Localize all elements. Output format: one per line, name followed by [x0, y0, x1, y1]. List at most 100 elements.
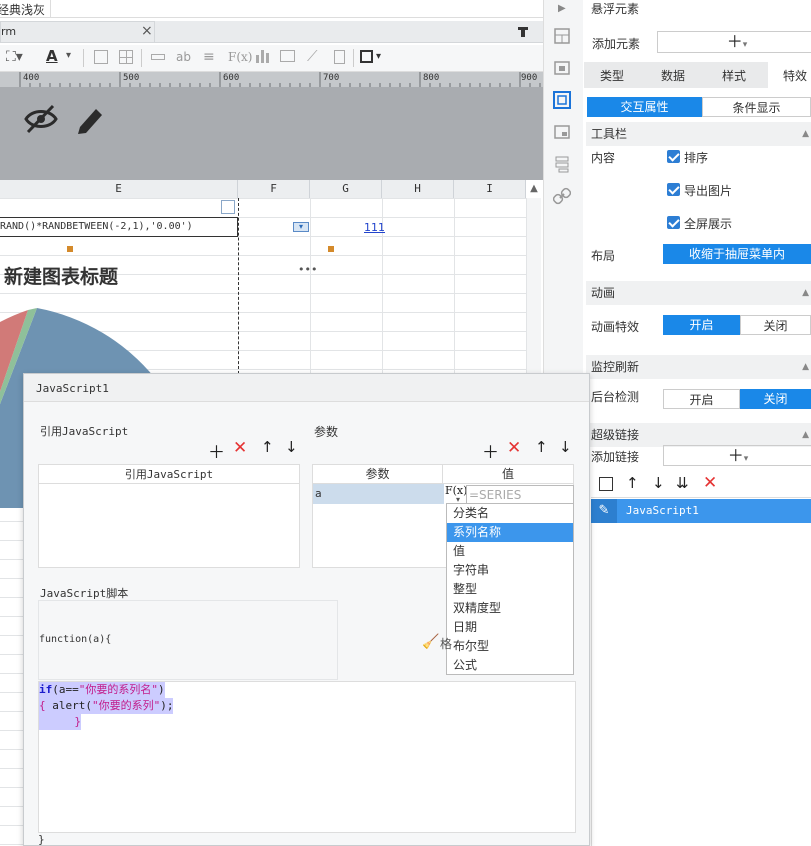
ruler-label: 900 — [521, 73, 538, 83]
move-bottom-icon[interactable]: ⇊ — [676, 474, 689, 492]
font-color-icon[interactable]: A — [46, 47, 58, 65]
fullscreen-checkbox[interactable] — [667, 216, 680, 229]
collapse-icon[interactable]: ▲ — [802, 122, 809, 146]
collapse-icon[interactable]: ▲ — [802, 423, 809, 447]
table-icon[interactable] — [119, 50, 133, 64]
edit-icon[interactable] — [76, 103, 106, 135]
param-value-input[interactable]: =SERIES — [466, 485, 574, 504]
code-string: "你要的系列名" — [78, 683, 158, 696]
dropdown-option[interactable]: 字符串 — [447, 561, 573, 580]
ref-delete-icon[interactable]: ✕ — [233, 438, 247, 458]
cell-g-value[interactable]: 111 — [364, 221, 385, 234]
ref-add-icon[interactable]: ＋ — [208, 438, 225, 463]
cell-dropdown-icon[interactable]: ▾ — [293, 222, 309, 232]
collapse-arrow-icon[interactable]: ▶ — [558, 3, 566, 14]
doc-icon[interactable] — [334, 50, 345, 64]
ref-js-header: 引用JavaScript — [39, 465, 299, 484]
vertical-scrollbar[interactable] — [527, 198, 541, 378]
toolbar-section[interactable]: 工具栏 ▲ — [586, 122, 811, 146]
hyperlink-section[interactable]: 超级链接 ▲ — [586, 423, 811, 447]
image-icon[interactable] — [280, 50, 295, 62]
frame-dropdown-icon[interactable]: ▾ — [376, 51, 381, 62]
dropdown-option[interactable]: 分类名 — [447, 504, 573, 523]
dropdown-option[interactable]: 日期 — [447, 618, 573, 637]
text-field-icon[interactable]: ab — [176, 50, 191, 64]
param-row[interactable]: a — [313, 484, 444, 504]
copy-icon[interactable] — [599, 477, 613, 491]
tab-type[interactable]: 类型 — [600, 67, 624, 84]
scrollbar-up-icon[interactable]: ▲ — [527, 180, 541, 198]
param-up-icon[interactable]: ↑ — [535, 438, 548, 456]
ruler-label: 700 — [323, 73, 340, 83]
grid-row-line — [0, 198, 526, 199]
hyperlink-icon[interactable] — [553, 187, 571, 205]
chart-icon[interactable] — [256, 50, 269, 63]
tab-effect[interactable]: 特效 — [768, 62, 811, 88]
param-down-icon[interactable]: ↓ — [559, 438, 572, 456]
cell-attr-icon[interactable] — [553, 123, 571, 141]
monitor-section[interactable]: 监控刷新 ▲ — [586, 355, 811, 379]
dropdown-option[interactable]: 值 — [447, 542, 573, 561]
border-icon[interactable] — [94, 50, 108, 64]
font-color-dropdown-icon[interactable]: ▾ — [66, 50, 71, 61]
column-header[interactable]: F — [238, 180, 310, 198]
close-icon[interactable]: × — [141, 23, 153, 39]
more-icon[interactable]: ••• — [298, 263, 317, 276]
column-header[interactable]: E — [0, 180, 238, 198]
link-list-item[interactable]: ✎ JavaScript1 — [591, 499, 811, 523]
params-header-name: 参数 — [313, 465, 443, 484]
align-icon[interactable]: ≡ — [203, 49, 215, 65]
formula-icon[interactable]: F(x) — [228, 50, 252, 64]
bg-off-button[interactable]: 关闭 — [740, 389, 811, 409]
merge-icon[interactable] — [151, 54, 165, 60]
tab-menu-icon[interactable] — [517, 26, 529, 38]
list-icon[interactable] — [553, 155, 571, 173]
code-text: alert( — [45, 699, 92, 712]
dropdown-option[interactable]: 双精度型 — [447, 599, 573, 618]
sort-checkbox[interactable] — [667, 150, 680, 163]
formula-cell[interactable]: RAND()*RANDBETWEEN(-2,1),'0.00') — [0, 217, 238, 237]
column-header[interactable]: I — [454, 180, 526, 198]
add-element-label: 添加元素 — [592, 37, 641, 51]
move-down-icon[interactable]: ↓ — [652, 474, 665, 492]
slash-icon[interactable]: ⟋ — [307, 47, 318, 65]
hide-icon[interactable] — [24, 103, 58, 135]
subtab-condition[interactable]: 条件显示 — [702, 97, 811, 117]
layout-icon[interactable] — [553, 27, 571, 45]
dropdown-option[interactable]: 布尔型 — [447, 637, 573, 656]
ref-down-icon[interactable]: ↓ — [285, 438, 298, 456]
subtab-interaction[interactable]: 交互属性 — [587, 97, 702, 117]
param-add-icon[interactable]: ＋ — [482, 438, 499, 463]
ref-up-icon[interactable]: ↑ — [261, 438, 274, 456]
tab-style[interactable]: 样式 — [722, 67, 746, 84]
float-element-icon[interactable] — [553, 91, 571, 109]
collapse-icon[interactable]: ▲ — [802, 355, 809, 379]
add-element-button[interactable]: ＋▾ — [657, 31, 811, 53]
param-delete-icon[interactable]: ✕ — [507, 438, 521, 458]
clean-brush-icon[interactable]: 🧹 — [422, 634, 439, 650]
dropdown-option[interactable]: 系列名称 — [447, 523, 573, 542]
anim-on-button[interactable]: 开启 — [663, 315, 740, 335]
animation-section[interactable]: 动画 ▲ — [586, 281, 811, 305]
layout-select[interactable]: 收缩于抽屉菜单内 — [663, 244, 811, 264]
column-header[interactable]: G — [310, 180, 382, 198]
ref-js-table[interactable]: 引用JavaScript — [38, 464, 300, 568]
anim-off-button[interactable]: 关闭 — [740, 315, 811, 335]
bg-on-button[interactable]: 开启 — [663, 389, 740, 409]
delete-link-icon[interactable]: ✕ — [703, 473, 717, 493]
move-up-icon[interactable]: ↑ — [626, 474, 639, 492]
chart-title: 新建图表标题 — [4, 266, 119, 288]
dropdown-option[interactable]: 整型 — [447, 580, 573, 599]
cell-widget-icon[interactable] — [221, 200, 235, 214]
collapse-icon[interactable]: ▲ — [802, 281, 809, 305]
fill-color-icon[interactable]: ⛶▾ — [6, 49, 23, 65]
clean-label-fragment: 格 — [440, 637, 453, 651]
frame-border-icon[interactable] — [360, 50, 373, 63]
widget-icon[interactable] — [553, 59, 571, 77]
tab-data[interactable]: 数据 — [661, 67, 685, 84]
column-header[interactable]: H — [382, 180, 454, 198]
export-image-checkbox[interactable] — [667, 183, 680, 196]
document-tab[interactable]: rm × — [0, 21, 155, 43]
add-link-button[interactable]: ＋▾ — [663, 445, 811, 466]
dropdown-option[interactable]: 公式 — [447, 656, 573, 675]
